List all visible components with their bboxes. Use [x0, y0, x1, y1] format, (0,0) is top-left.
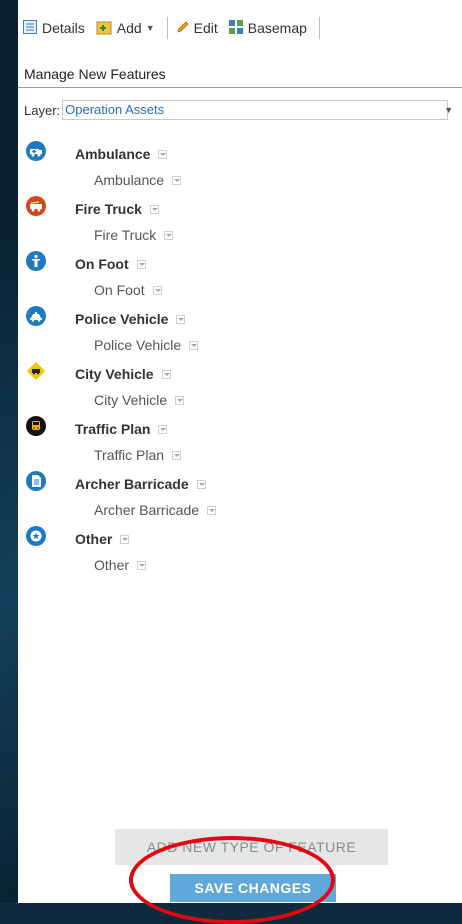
dropdown-icon[interactable]	[158, 424, 168, 434]
feature-name: City Vehicle	[75, 366, 171, 382]
feature-manager-panel: Details Add ▼ Edit Basemap Manage New Fe…	[18, 0, 462, 903]
basemap-label: Basemap	[247, 20, 307, 36]
star-badge-icon	[26, 526, 46, 546]
feature-type: Police Vehicle	[94, 337, 199, 353]
feature-item[interactable]: Police Vehicle Police Vehicle	[18, 303, 462, 358]
dropdown-icon[interactable]	[120, 534, 130, 544]
pencil-icon	[176, 20, 190, 37]
feature-name: On Foot	[75, 256, 146, 272]
add-dropdown-caret-icon[interactable]: ▼	[146, 23, 155, 33]
document-icon	[26, 471, 46, 491]
feature-item[interactable]: City Vehicle City Vehicle	[18, 358, 462, 413]
feature-type: Ambulance	[94, 172, 182, 188]
dropdown-icon[interactable]	[164, 230, 174, 240]
feature-list: Ambulance Ambulance Fire Truck Fire Truc…	[18, 138, 462, 578]
layer-row: Layer: Operation Assets ▼	[24, 99, 453, 121]
edit-button[interactable]: Edit	[176, 20, 218, 37]
details-button[interactable]: Details	[22, 19, 85, 38]
feature-item[interactable]: Archer Barricade Archer Barricade	[18, 468, 462, 523]
layer-label: Layer:	[24, 102, 61, 118]
details-label: Details	[42, 20, 85, 36]
dropdown-icon[interactable]	[175, 395, 185, 405]
feature-item[interactable]: Fire Truck Fire Truck	[18, 193, 462, 248]
police-car-icon	[26, 306, 46, 326]
chevron-down-icon: ▼	[444, 105, 454, 115]
feature-name: Archer Barricade	[75, 476, 206, 492]
basemap-button[interactable]: Basemap	[228, 19, 307, 38]
dropdown-icon[interactable]	[196, 479, 206, 489]
dropdown-icon[interactable]	[161, 369, 171, 379]
dropdown-icon[interactable]	[172, 450, 182, 460]
feature-item[interactable]: On Foot On Foot	[18, 248, 462, 303]
section-title: Manage New Features	[18, 60, 462, 88]
basemap-grid-icon	[228, 19, 244, 38]
edit-label: Edit	[193, 20, 218, 36]
feature-item[interactable]: Ambulance Ambulance	[18, 138, 462, 193]
dropdown-icon[interactable]	[172, 175, 182, 185]
dropdown-icon[interactable]	[137, 560, 147, 570]
layer-select[interactable]: Operation Assets ▼	[62, 100, 453, 120]
add-button[interactable]: Add ▼	[95, 19, 155, 38]
save-changes-button[interactable]: SAVE CHANGES	[170, 874, 336, 902]
feature-type: Fire Truck	[94, 227, 174, 243]
dropdown-icon[interactable]	[149, 204, 159, 214]
feature-type: Other	[94, 557, 147, 573]
toolbar-divider	[166, 17, 168, 39]
dropdown-icon[interactable]	[152, 285, 162, 295]
background-stripe	[0, 230, 18, 903]
ambulance-icon	[26, 141, 46, 161]
feature-name: Ambulance	[75, 146, 168, 162]
details-icon	[22, 19, 38, 38]
dropdown-icon[interactable]	[136, 259, 146, 269]
feature-type: City Vehicle	[94, 392, 185, 408]
add-new-type-button[interactable]: ADD NEW TYPE OF FEATURE	[115, 829, 388, 865]
add-icon	[95, 19, 113, 38]
feature-item[interactable]: Traffic Plan Traffic Plan	[18, 413, 462, 468]
city-vehicle-icon	[26, 361, 46, 381]
dropdown-icon[interactable]	[189, 340, 199, 350]
dropdown-icon[interactable]	[176, 314, 186, 324]
feature-name: Police Vehicle	[75, 311, 186, 327]
bus-icon	[26, 416, 46, 436]
feature-type: On Foot	[94, 282, 162, 298]
fire-truck-icon	[26, 196, 46, 216]
feature-name: Fire Truck	[75, 201, 159, 217]
feature-item[interactable]: Other Other	[18, 523, 462, 578]
dropdown-icon[interactable]	[158, 149, 168, 159]
feature-name: Traffic Plan	[75, 421, 168, 437]
toolbar: Details Add ▼ Edit Basemap	[18, 0, 462, 56]
add-label: Add	[116, 20, 142, 36]
feature-type: Traffic Plan	[94, 447, 182, 463]
toolbar-divider	[318, 17, 320, 39]
feature-name: Other	[75, 531, 130, 547]
dropdown-icon[interactable]	[207, 505, 217, 515]
layer-value: Operation Assets	[65, 102, 165, 117]
feature-type: Archer Barricade	[94, 502, 217, 518]
person-icon	[26, 251, 46, 271]
